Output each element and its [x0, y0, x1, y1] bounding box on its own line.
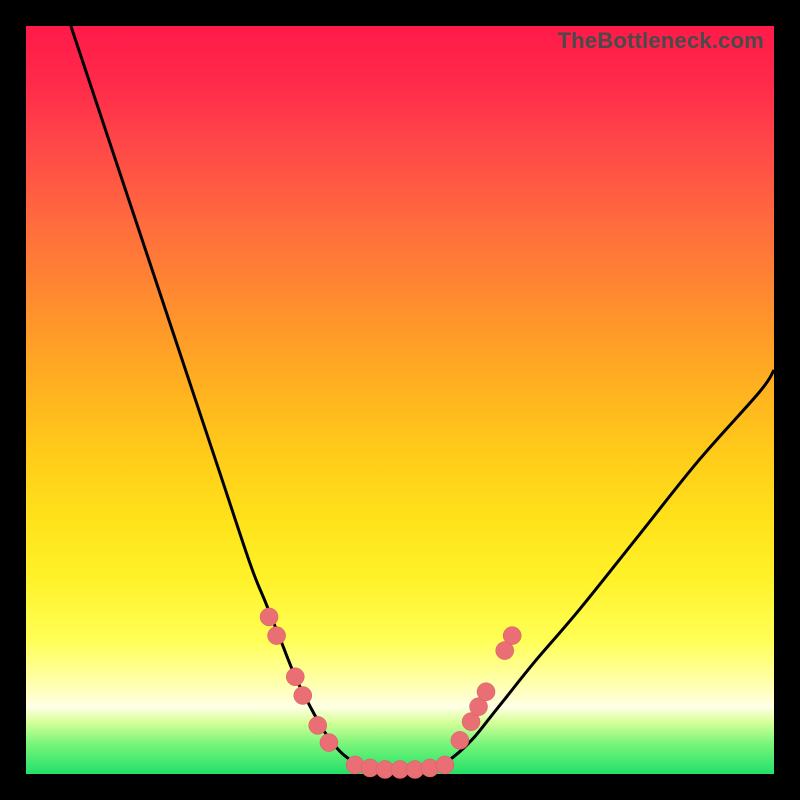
valley-blob-dots — [346, 756, 454, 778]
left-curve — [71, 26, 370, 768]
data-dot — [309, 716, 327, 734]
left-dots — [260, 608, 338, 752]
data-dot — [268, 627, 286, 645]
data-dot — [260, 608, 278, 626]
data-dot — [320, 734, 338, 752]
plot-area: TheBottleneck.com — [26, 26, 774, 774]
data-dot — [503, 627, 521, 645]
chart-frame: TheBottleneck.com — [0, 0, 800, 800]
curve-layer — [26, 26, 774, 774]
data-dot — [477, 683, 495, 701]
data-dot — [294, 686, 312, 704]
data-dot — [436, 756, 454, 774]
data-dot — [451, 731, 469, 749]
data-dot — [286, 668, 304, 686]
right-dots — [451, 627, 521, 750]
